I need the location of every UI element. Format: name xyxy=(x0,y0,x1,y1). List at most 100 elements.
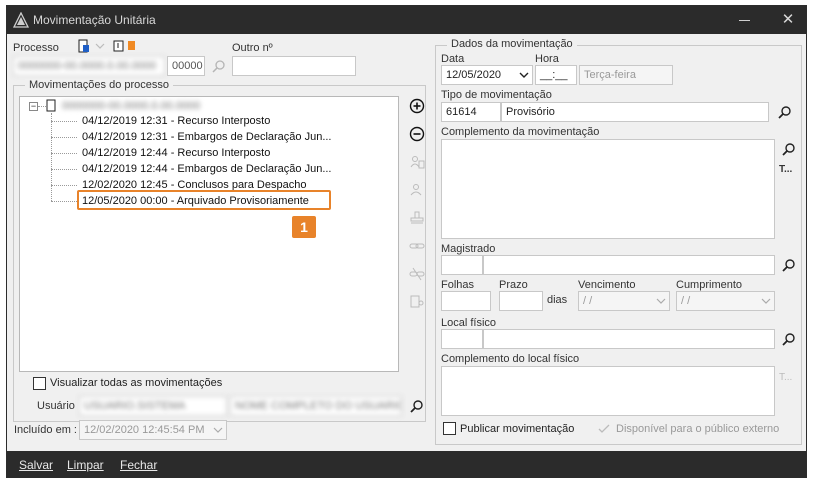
document-flag-icon[interactable] xyxy=(77,39,91,54)
dias-label: dias xyxy=(547,294,568,306)
incluido-input: 12/02/2020 12:45:54 PM xyxy=(79,420,227,440)
minimize-icon xyxy=(739,20,750,21)
chevron-down-icon xyxy=(213,427,223,433)
hora-label: Hora xyxy=(535,53,559,65)
fechar-button[interactable]: Fechar xyxy=(120,458,157,472)
visualizar-checkbox[interactable] xyxy=(33,377,46,390)
usuario-search-icon[interactable] xyxy=(409,399,425,415)
window-title: Movimentação Unitária xyxy=(33,13,156,27)
tree-root-label: 0000000-00.0000.0.00.0000 xyxy=(62,100,201,112)
dados-group-title: Dados da movimentação xyxy=(447,38,577,50)
local-code-input[interactable] xyxy=(441,329,483,349)
link-icon[interactable] xyxy=(407,236,427,256)
magistrado-search-icon[interactable] xyxy=(781,258,797,274)
local-name-input[interactable] xyxy=(483,329,775,349)
selected-item-highlight xyxy=(77,190,331,210)
publicar-checkbox[interactable] xyxy=(443,422,456,435)
chevron-down-icon[interactable] xyxy=(94,41,106,51)
prazo-input[interactable] xyxy=(499,291,543,311)
tree-item[interactable]: 04/12/2019 12:44 - Embargos de Declaraçã… xyxy=(82,163,332,175)
app-logo-icon xyxy=(13,12,29,28)
tipo-value-input[interactable]: Provisório xyxy=(501,102,769,122)
tree-connector xyxy=(38,106,46,107)
collapse-icon[interactable]: − xyxy=(29,102,38,111)
hora-input[interactable]: __:__ xyxy=(535,65,577,85)
complemento-textarea[interactable] xyxy=(441,139,775,239)
folhas-input[interactable] xyxy=(441,291,491,311)
note-icon[interactable] xyxy=(113,40,125,52)
user-document-icon[interactable] xyxy=(407,152,427,172)
tree-item[interactable]: 04/12/2019 12:31 - Embargos de Declaraçã… xyxy=(82,131,332,143)
tree-connector xyxy=(51,153,77,154)
status-marker-icon xyxy=(128,41,135,50)
tree-connector xyxy=(51,121,77,122)
vencimento-value: / / xyxy=(583,295,593,307)
stamp-icon[interactable] xyxy=(407,208,427,228)
footer-bar: Salvar Limpar Fechar xyxy=(7,451,806,478)
magistrado-label: Magistrado xyxy=(441,243,496,255)
remove-icon[interactable] xyxy=(407,124,427,144)
usuario-input[interactable]: USUARIO.SISTEMA xyxy=(79,396,227,416)
incluido-label: Incluído em : xyxy=(14,424,77,436)
tipo-code-input[interactable]: 61614 xyxy=(441,102,501,122)
title-bar: Movimentação Unitária ✕ xyxy=(7,6,806,34)
tree-item[interactable]: 04/12/2019 12:44 - Recurso Interposto xyxy=(82,147,270,159)
document-user-icon[interactable] xyxy=(407,292,427,312)
data-value: 12/05/2020 xyxy=(446,69,502,81)
tipo-label: Tipo de movimentação xyxy=(441,89,552,101)
vencimento-picker[interactable]: / / xyxy=(578,291,670,311)
cumprimento-value: / / xyxy=(681,295,691,307)
close-button[interactable]: ✕ xyxy=(773,6,803,34)
cumprimento-label: Cumprimento xyxy=(676,279,743,291)
vencimento-label: Vencimento xyxy=(578,279,636,291)
outro-input[interactable] xyxy=(232,56,356,76)
user-transfer-icon[interactable] xyxy=(407,180,427,200)
chevron-down-icon xyxy=(761,298,771,304)
processo-input[interactable]: 0000000-00.0000.0.00.0000 xyxy=(13,56,165,76)
publicar-label: Publicar movimentação xyxy=(460,423,575,435)
tree-item[interactable]: 04/12/2019 12:31 - Recurso Interposto xyxy=(82,115,270,127)
tree-connector xyxy=(51,137,77,138)
comp-local-template-button[interactable]: T... xyxy=(779,372,792,383)
minimize-button[interactable] xyxy=(729,6,759,34)
document-icon xyxy=(46,99,56,112)
movimentacao-window: Movimentação Unitária ✕ Processo 0000000… xyxy=(6,5,807,478)
complemento-label: Complemento da movimentação xyxy=(441,126,600,138)
tree-connector xyxy=(51,113,52,201)
comp-local-label: Complemento do local físico xyxy=(441,353,580,365)
chevron-down-icon xyxy=(656,298,666,304)
data-label: Data xyxy=(441,53,465,65)
search-icon[interactable] xyxy=(211,59,227,75)
cumprimento-picker[interactable]: / / xyxy=(676,291,775,311)
processo-suffix-input[interactable]: 00000 xyxy=(167,56,205,76)
complemento-search-icon[interactable] xyxy=(781,142,797,158)
movimentacoes-tree[interactable]: − 0000000-00.0000.0.00.0000 04/12/2019 1… xyxy=(19,96,399,372)
processo-label: Processo xyxy=(13,42,59,54)
unlink-icon[interactable] xyxy=(407,264,427,284)
local-label: Local físico xyxy=(441,317,497,329)
limpar-button[interactable]: Limpar xyxy=(67,458,104,472)
magistrado-name-input[interactable] xyxy=(483,255,775,275)
add-icon[interactable] xyxy=(407,96,427,116)
comp-local-textarea[interactable] xyxy=(441,366,775,416)
folhas-label: Folhas xyxy=(441,279,475,291)
complemento-template-button[interactable]: T... xyxy=(779,164,792,175)
callout-badge: 1 xyxy=(292,216,316,238)
weekday-display: Terça-feira xyxy=(579,65,673,85)
tree-connector xyxy=(51,185,77,186)
magistrado-code-input[interactable] xyxy=(441,255,483,275)
usuario-name-input[interactable]: NOME COMPLETO DO USUARIO xyxy=(230,396,402,416)
disponivel-label: Disponível para o público externo xyxy=(616,423,780,435)
salvar-button[interactable]: Salvar xyxy=(19,458,53,472)
prazo-label: Prazo xyxy=(499,279,528,291)
tree-connector xyxy=(51,169,77,170)
tipo-search-icon[interactable] xyxy=(777,105,793,121)
outro-label: Outro nº xyxy=(232,42,273,54)
visualizar-label: Visualizar todas as movimentações xyxy=(50,377,223,389)
local-search-icon[interactable] xyxy=(781,332,797,348)
data-picker[interactable]: 12/05/2020 xyxy=(441,65,533,85)
tree-connector xyxy=(51,201,77,202)
incluido-value: 12/02/2020 12:45:54 PM xyxy=(84,424,205,436)
usuario-label: Usuário xyxy=(37,400,75,412)
movimentacoes-label: Movimentações do processo xyxy=(25,79,174,91)
